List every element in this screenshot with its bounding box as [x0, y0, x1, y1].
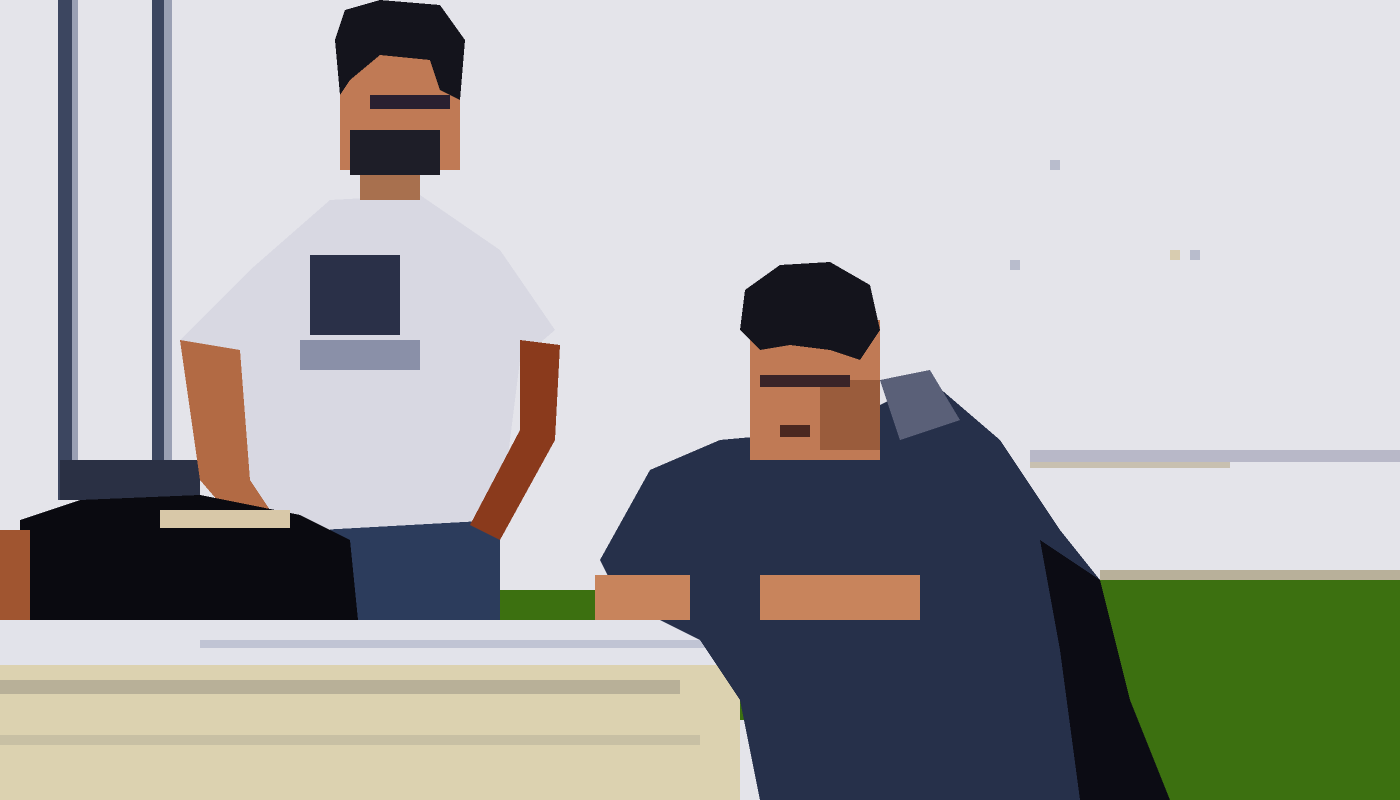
shirt-print	[310, 255, 400, 335]
pole-left-inner	[72, 0, 78, 500]
seated-man-right-hand	[760, 575, 920, 620]
pole-right-inner	[164, 0, 172, 500]
pole-left	[58, 0, 72, 500]
standing-man-beard	[350, 130, 440, 175]
shelf-line	[1030, 450, 1400, 462]
bag-strap	[160, 510, 290, 528]
seated-man-left-hand	[595, 575, 690, 620]
wall-speck-4	[1190, 250, 1200, 260]
pole-base	[60, 460, 200, 500]
scene-svg	[0, 0, 1400, 800]
green-panel-edge	[1100, 570, 1400, 580]
table-stripe-2	[0, 735, 700, 745]
wall-speck-1	[1050, 160, 1060, 170]
table-stripe-1	[0, 680, 680, 694]
wall-speck-2	[1010, 260, 1020, 270]
shelf-line-low	[1030, 462, 1230, 468]
photo-scene	[0, 0, 1400, 800]
standing-man-eyes	[370, 95, 450, 109]
seated-man-mouth	[780, 425, 810, 437]
pole-right	[152, 0, 164, 500]
seated-man-eyes	[760, 375, 850, 387]
shirt-print-lower	[300, 340, 420, 370]
seated-man-face-shadow	[820, 380, 880, 450]
wall-speck-3	[1170, 250, 1180, 260]
